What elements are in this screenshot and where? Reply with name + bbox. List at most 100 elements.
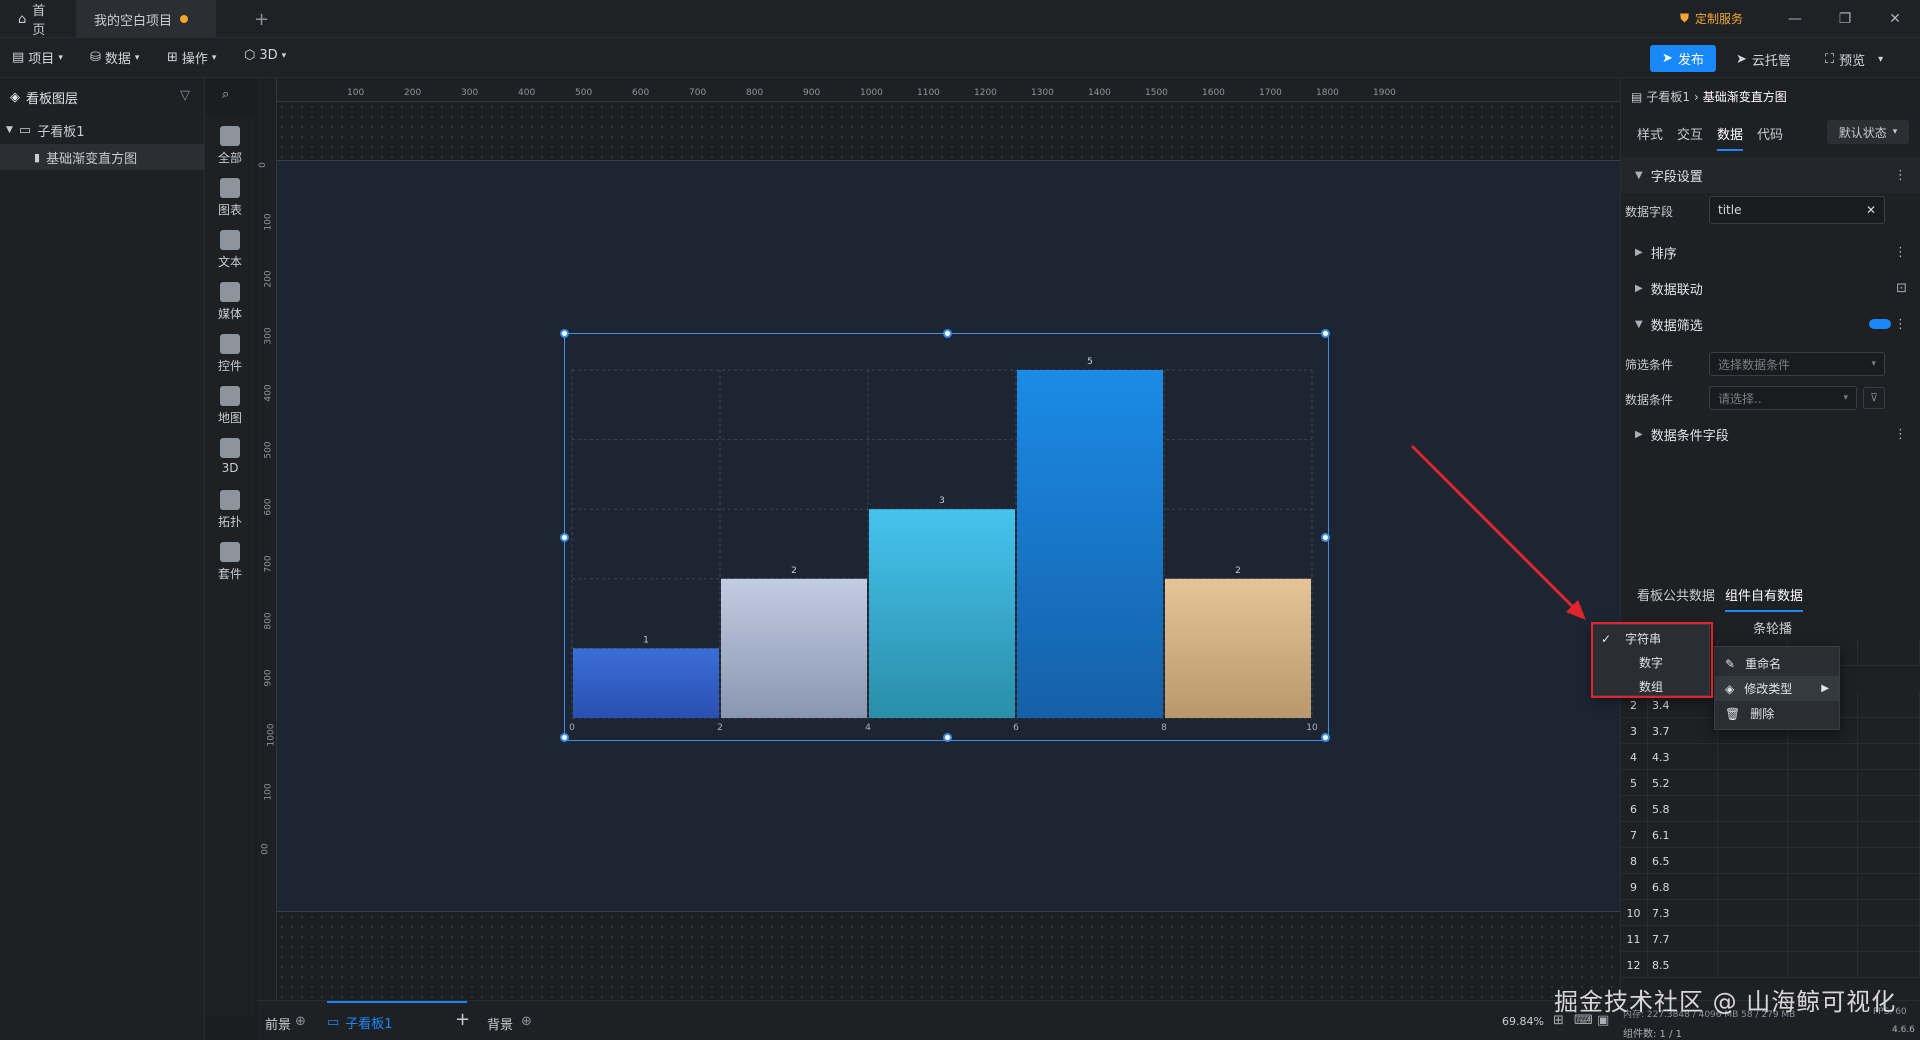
state-select[interactable]: 默认状态 ▾ [1827, 120, 1909, 144]
table-cell-empty[interactable] [1788, 822, 1858, 848]
menu-project[interactable]: ▤ 项目 ▾ [12, 48, 63, 67]
table-cell-empty[interactable] [1718, 952, 1788, 978]
histogram-bar[interactable] [721, 578, 867, 718]
table-cell-empty[interactable] [1788, 770, 1858, 796]
tab-data[interactable]: 数据 [1717, 124, 1744, 151]
table-cell-value[interactable]: 4.3 [1648, 744, 1718, 770]
tab-home[interactable]: ⌂ 首页 [0, 0, 76, 38]
table-cell-value[interactable]: 6.5 [1648, 848, 1718, 874]
add-circle-icon[interactable]: ⊕ [521, 1014, 532, 1029]
resize-handle-b[interactable] [943, 733, 952, 742]
filter-toggle[interactable] [1869, 319, 1891, 329]
filter-icon[interactable]: ⊽ [1863, 387, 1885, 409]
histogram-bar[interactable] [573, 648, 719, 718]
resize-handle-tl[interactable] [560, 329, 569, 338]
table-cell-empty[interactable] [1788, 952, 1858, 978]
table-cell-value[interactable]: 3.7 [1648, 718, 1718, 744]
table-cell-value[interactable]: 8.5 [1648, 952, 1718, 978]
table-row[interactable]: 8 6.5 [1620, 848, 1920, 874]
add-tab-button[interactable]: + [236, 0, 287, 38]
tool-kit[interactable]: 套件 [205, 542, 255, 582]
table-row[interactable]: 7 6.1 [1620, 822, 1920, 848]
table-cell-value[interactable]: 7.7 [1648, 926, 1718, 952]
lock-icon[interactable]: ⊡ [1896, 281, 1907, 296]
table-cell-empty[interactable] [1858, 692, 1920, 718]
tool-chart[interactable]: 图表 [205, 178, 255, 218]
table-cell-empty[interactable] [1788, 874, 1858, 900]
tab-board-public-data[interactable]: 看板公共数据 [1637, 585, 1715, 604]
table-cell-empty[interactable] [1858, 926, 1920, 952]
add-circle-icon[interactable]: ⊕ [295, 1014, 306, 1029]
section-filter[interactable]: ▼ 数据筛选 ⋮ [1621, 306, 1920, 342]
close-button[interactable]: ✕ [1870, 0, 1920, 38]
table-cell-empty[interactable] [1788, 796, 1858, 822]
tool-control[interactable]: 控件 [205, 334, 255, 374]
menu-3d[interactable]: ⬡ 3D ▾ [244, 48, 286, 63]
section-sort[interactable]: ▶ 排序 ⋮ [1621, 234, 1920, 270]
resize-handle-r[interactable] [1321, 533, 1330, 542]
preview-button[interactable]: ⛶ 预览 ▾ [1825, 50, 1883, 69]
breadcrumb-parent[interactable]: 子看板1 [1646, 88, 1690, 105]
data-field-input[interactable]: title ✕ [1709, 196, 1885, 224]
table-cell-value[interactable]: 5.2 [1648, 770, 1718, 796]
section-condition-field[interactable]: ▶ 数据条件字段 ⋮ [1621, 416, 1920, 452]
add-board-button[interactable]: + [455, 1009, 470, 1030]
table-row[interactable]: 11 7.7 [1620, 926, 1920, 952]
tab-interaction[interactable]: 交互 [1677, 124, 1703, 143]
histogram-bar[interactable] [1165, 578, 1311, 718]
table-cell-empty[interactable] [1718, 796, 1788, 822]
table-header-cell[interactable] [1858, 640, 1920, 666]
table-row[interactable]: 5 5.2 [1620, 770, 1920, 796]
layer-item-histogram[interactable]: ▮ 基础渐变直方图 [0, 144, 205, 170]
data-condition-select[interactable]: 请选择.. ▾ [1709, 386, 1857, 410]
table-cell-empty[interactable] [1788, 744, 1858, 770]
layer-board-row[interactable]: ▼ ▭ 子看板1 [0, 118, 205, 142]
table-cell-empty[interactable] [1858, 770, 1920, 796]
menu-operate[interactable]: ⊞ 操作 ▾ [167, 48, 216, 67]
table-cell-empty[interactable] [1718, 770, 1788, 796]
table-cell-empty[interactable] [1858, 796, 1920, 822]
table-cell-value[interactable]: 6.1 [1648, 822, 1718, 848]
tab-project[interactable]: 我的空白项目 [76, 0, 216, 38]
resize-handle-l[interactable] [560, 533, 569, 542]
filter-condition-select[interactable]: 选择数据条件 ▾ [1709, 352, 1885, 376]
more-icon[interactable]: ⋮ [1894, 168, 1907, 183]
table-cell-empty[interactable] [1718, 874, 1788, 900]
section-linkage[interactable]: ▶ 数据联动 ⊡ [1621, 270, 1920, 306]
tool-text[interactable]: 文本 [205, 230, 255, 270]
resize-handle-tr[interactable] [1321, 329, 1330, 338]
table-cell-empty[interactable] [1718, 822, 1788, 848]
more-icon[interactable]: ⋮ [1894, 317, 1907, 332]
resize-handle-br[interactable] [1321, 733, 1330, 742]
table-row[interactable]: 9 6.8 [1620, 874, 1920, 900]
histogram-chart[interactable]: 1 2 3 5 2 0 2 4 6 8 10 [565, 334, 1330, 742]
publish-button[interactable]: ➤ 发布 [1650, 45, 1716, 72]
table-cell-empty[interactable] [1718, 926, 1788, 952]
table-cell-empty[interactable] [1858, 822, 1920, 848]
histogram-bar[interactable] [1017, 370, 1163, 718]
menu-item-delete[interactable]: 🗑 删除 [1725, 701, 1774, 726]
clear-icon[interactable]: ✕ [1866, 203, 1876, 217]
tab-board[interactable]: ▭ 子看板1 [327, 1001, 467, 1040]
resize-handle-t[interactable] [943, 329, 952, 338]
tool-media[interactable]: 媒体 [205, 282, 255, 322]
table-cell-empty[interactable] [1718, 744, 1788, 770]
chart-selection-frame[interactable]: 1 2 3 5 2 0 2 4 6 8 10 [560, 329, 1330, 742]
table-cell-empty[interactable] [1858, 900, 1920, 926]
menu-item-change-type[interactable]: ◈ 修改类型 ▶ [1715, 676, 1839, 701]
tool-topology[interactable]: 拓扑 [205, 490, 255, 530]
histogram-bar[interactable] [869, 509, 1015, 718]
tool-all[interactable]: 全部 [205, 126, 255, 166]
menu-item-rename[interactable]: ✎ 重命名 [1725, 651, 1781, 676]
table-cell-empty[interactable] [1858, 952, 1920, 978]
cloud-host-button[interactable]: ➤ 云托管 [1736, 50, 1791, 69]
table-row[interactable]: 6 5.8 [1620, 796, 1920, 822]
menu-data[interactable]: ⛁ 数据 ▾ [90, 48, 139, 67]
tool-map[interactable]: 地图 [205, 386, 255, 426]
tab-code[interactable]: 代码 [1757, 124, 1783, 143]
table-cell-empty[interactable] [1788, 926, 1858, 952]
minimize-button[interactable]: — [1770, 0, 1820, 38]
zoom-level[interactable]: 69.84% [1502, 1015, 1544, 1028]
table-cell-empty[interactable] [1858, 848, 1920, 874]
table-cell-empty[interactable] [1858, 718, 1920, 744]
